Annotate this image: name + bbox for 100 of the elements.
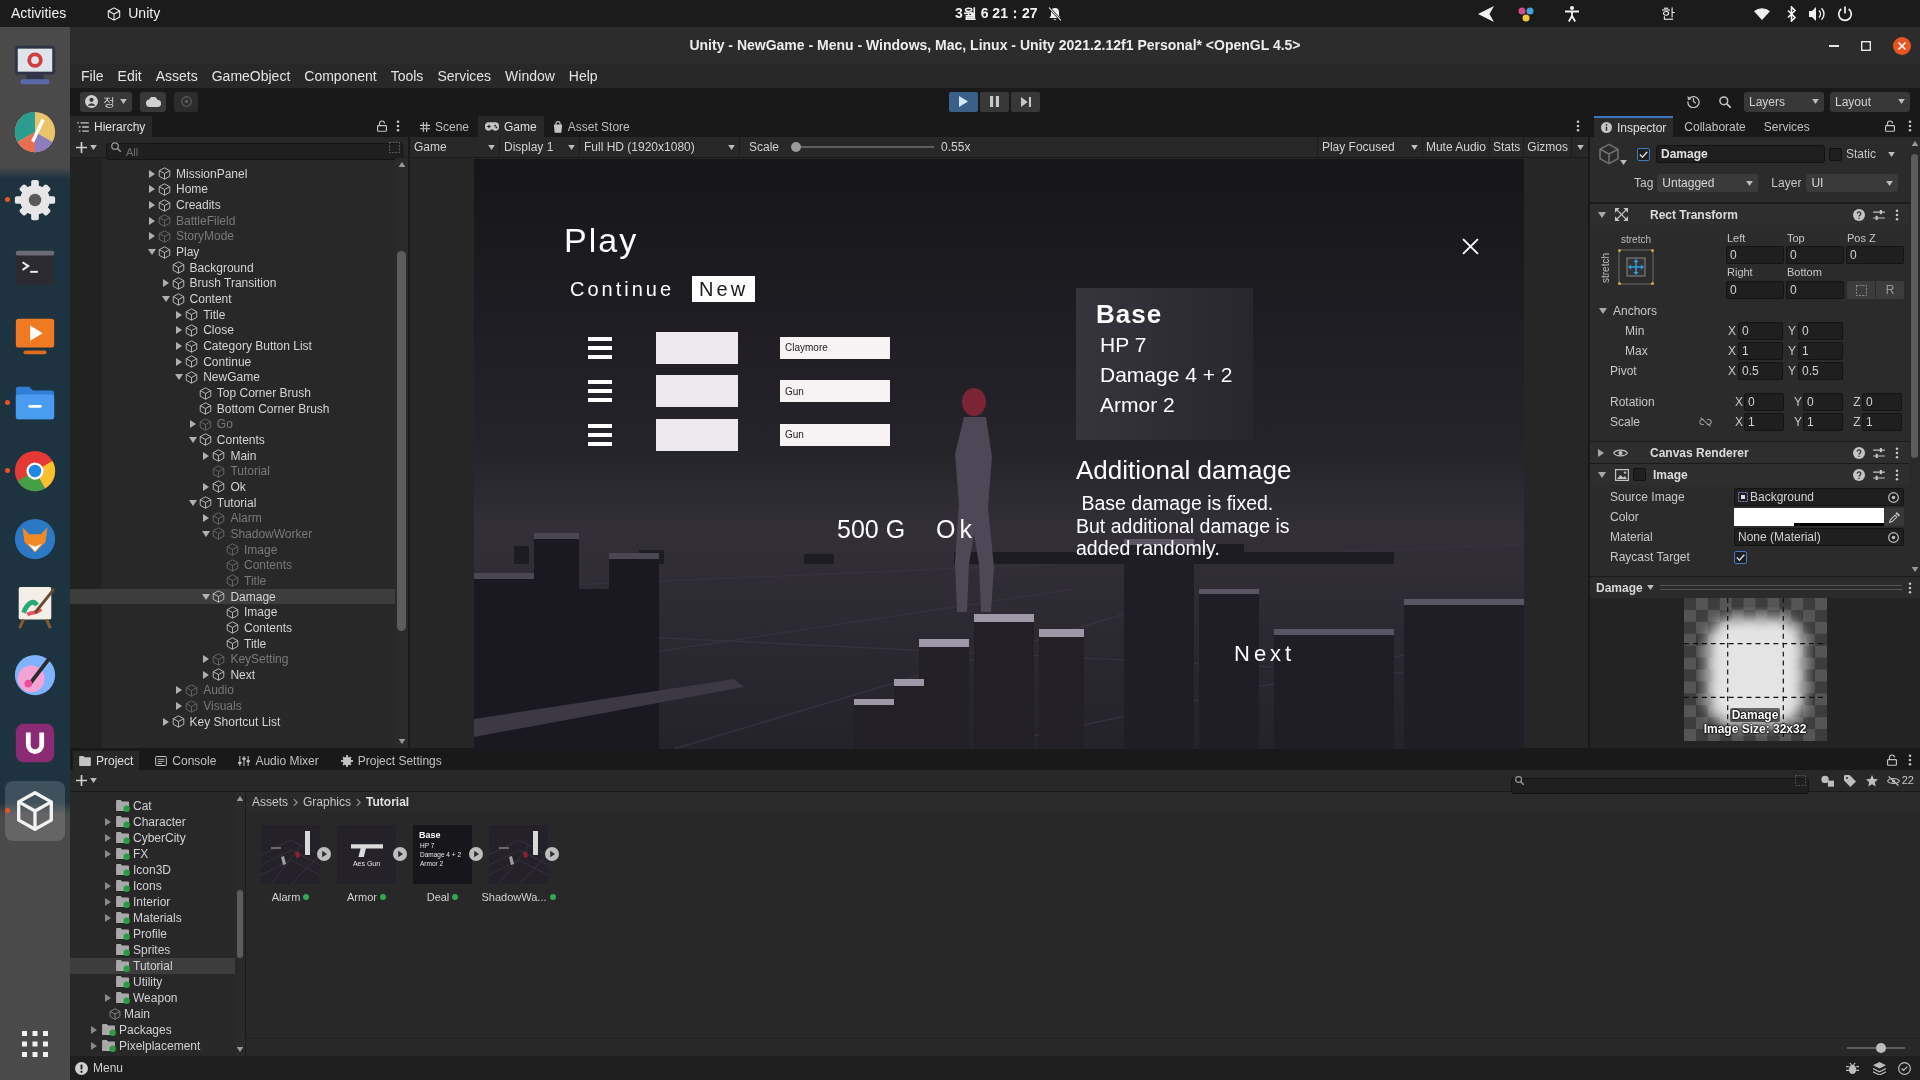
object-field[interactable]: Background <box>1734 488 1904 506</box>
more-options-icon[interactable] <box>1895 446 1899 459</box>
caret-right-icon[interactable] <box>1598 448 1604 457</box>
account-dropdown[interactable]: 정 <box>80 91 132 112</box>
activities-button[interactable]: Activities <box>0 0 77 27</box>
folder-item[interactable]: Utility <box>70 974 235 990</box>
folder-item[interactable]: Main <box>70 1006 235 1022</box>
view-dropdown[interactable]: Game <box>410 137 500 157</box>
menu-icon[interactable] <box>588 336 612 359</box>
next-button[interactable]: Next <box>1234 643 1296 665</box>
tab[interactable]: Project Settings <box>334 751 448 770</box>
folder-item[interactable]: CyberCity <box>70 830 235 846</box>
caret-right-icon[interactable] <box>162 279 169 288</box>
number-field[interactable]: 1 <box>1803 413 1843 431</box>
caret-down-icon[interactable] <box>161 296 170 303</box>
caret-down-icon[interactable] <box>148 249 156 256</box>
toggle-button[interactable]: Stats <box>1489 137 1525 157</box>
hierarchy-item[interactable]: Contents <box>70 620 395 636</box>
tab[interactable]: Inspector <box>1594 116 1674 137</box>
number-field[interactable]: 0 <box>1744 393 1784 411</box>
breadcrumb-link[interactable]: Graphics <box>303 793 352 811</box>
resolution-dropdown[interactable]: Full HD (1920x1080) <box>580 137 740 157</box>
caret-right-icon[interactable] <box>91 1026 97 1034</box>
star-icon[interactable] <box>1865 774 1878 787</box>
play-circle-icon[interactable] <box>545 847 559 861</box>
number-field[interactable]: 1 <box>1744 413 1784 431</box>
scene-filter-icon[interactable] <box>1794 775 1806 786</box>
menu-item[interactable]: Window <box>498 64 562 88</box>
hierarchy-item[interactable]: Continue <box>70 353 395 370</box>
close-icon[interactable] <box>1462 238 1479 255</box>
folder-item[interactable]: Sprites <box>70 942 235 958</box>
app-menu-button[interactable]: Unity <box>107 0 161 27</box>
tab[interactable]: Game <box>478 116 544 137</box>
tab[interactable]: Scene <box>413 116 477 137</box>
caret-down-icon[interactable] <box>1599 308 1607 314</box>
number-field[interactable]: 0.5 <box>1738 362 1783 380</box>
folder-item[interactable]: Weapon <box>70 990 235 1006</box>
dock-app-button[interactable] <box>5 780 65 841</box>
hierarchy-item[interactable]: Key Shortcut List <box>70 713 395 730</box>
color-field[interactable] <box>1734 508 1884 526</box>
slider-thumb[interactable] <box>1875 1042 1886 1053</box>
object-picker-icon[interactable] <box>1888 491 1899 503</box>
hierarchy-item[interactable]: Title <box>70 306 395 323</box>
tab[interactable]: Services <box>1756 116 1817 137</box>
caret-right-icon[interactable] <box>149 201 155 210</box>
presets-icon[interactable] <box>1873 447 1885 458</box>
menu-item[interactable]: Edit <box>110 64 149 88</box>
hidden-packages-button[interactable]: 22 <box>1886 772 1914 789</box>
caret-right-icon[interactable] <box>203 451 210 460</box>
hierarchy-item[interactable]: Play <box>70 244 395 260</box>
weapon-field[interactable]: Gun <box>780 424 890 446</box>
tab[interactable]: Audio Mixer <box>232 751 325 770</box>
caret-right-icon[interactable] <box>105 850 111 858</box>
scrollbar-thumb[interactable] <box>397 251 406 631</box>
scene-thumbnail-drawing[interactable] <box>489 825 548 884</box>
more-options-icon[interactable] <box>1895 208 1899 221</box>
help-icon[interactable] <box>1853 468 1865 481</box>
caret-down-icon[interactable] <box>1620 160 1627 165</box>
slider-thumb[interactable] <box>791 142 802 152</box>
hierarchy-item[interactable]: NewGame <box>70 369 395 386</box>
scale-slider[interactable] <box>791 142 935 152</box>
caret-right-icon[interactable] <box>149 185 155 194</box>
active-checkbox[interactable] <box>1637 147 1650 161</box>
caret-down-icon[interactable] <box>202 593 211 600</box>
play-circle-icon[interactable] <box>317 847 331 861</box>
hierarchy-item[interactable]: Damage <box>70 588 395 605</box>
number-field[interactable]: 1 <box>1738 342 1783 360</box>
minimize-icon[interactable] <box>1829 44 1839 47</box>
tag-dropdown[interactable]: Untagged <box>1657 174 1759 192</box>
folder-item[interactable]: Profile <box>70 926 235 942</box>
check-circle-icon[interactable] <box>1898 1061 1911 1075</box>
menu-item[interactable]: GameObject <box>204 64 298 88</box>
preview-dropdown[interactable]: Damage <box>1596 578 1654 597</box>
caret-right-icon[interactable] <box>105 914 111 922</box>
close-icon[interactable] <box>1893 36 1911 55</box>
scroll-down-icon[interactable] <box>1911 567 1918 572</box>
more-options-icon[interactable] <box>1908 754 1912 766</box>
unlinked-chain-icon[interactable] <box>1699 417 1712 427</box>
lock-icon[interactable] <box>1887 754 1897 766</box>
caret-right-icon[interactable] <box>105 818 111 826</box>
play-circle-icon[interactable] <box>393 847 407 861</box>
thumbnail-size-slider[interactable] <box>1847 1042 1905 1053</box>
lock-icon[interactable] <box>377 120 387 132</box>
accessibility-icon[interactable] <box>1564 5 1580 22</box>
presets-icon[interactable] <box>1873 209 1885 220</box>
bug-icon[interactable] <box>1846 1061 1859 1075</box>
caret-down-icon[interactable] <box>1598 211 1606 218</box>
caret-down-icon[interactable] <box>188 499 197 506</box>
hierarchy-item[interactable]: Title <box>70 635 395 652</box>
input-method-button[interactable]: 한 <box>1661 3 1675 24</box>
hierarchy-item[interactable]: Top Corner Brush <box>70 385 395 401</box>
breadcrumb-link[interactable]: Assets <box>252 793 288 811</box>
tab[interactable]: Continue <box>563 276 682 302</box>
more-options-icon[interactable] <box>1895 468 1899 481</box>
anchor-preset-icon[interactable] <box>1618 249 1654 285</box>
scrollbar-thumb[interactable] <box>1911 154 1918 458</box>
lock-icon[interactable] <box>1885 120 1895 132</box>
foldout-toggle[interactable]: Anchors <box>1590 301 1909 321</box>
component-header[interactable]: Image <box>1590 463 1909 485</box>
number-field[interactable]: 0.5 <box>1798 362 1843 380</box>
